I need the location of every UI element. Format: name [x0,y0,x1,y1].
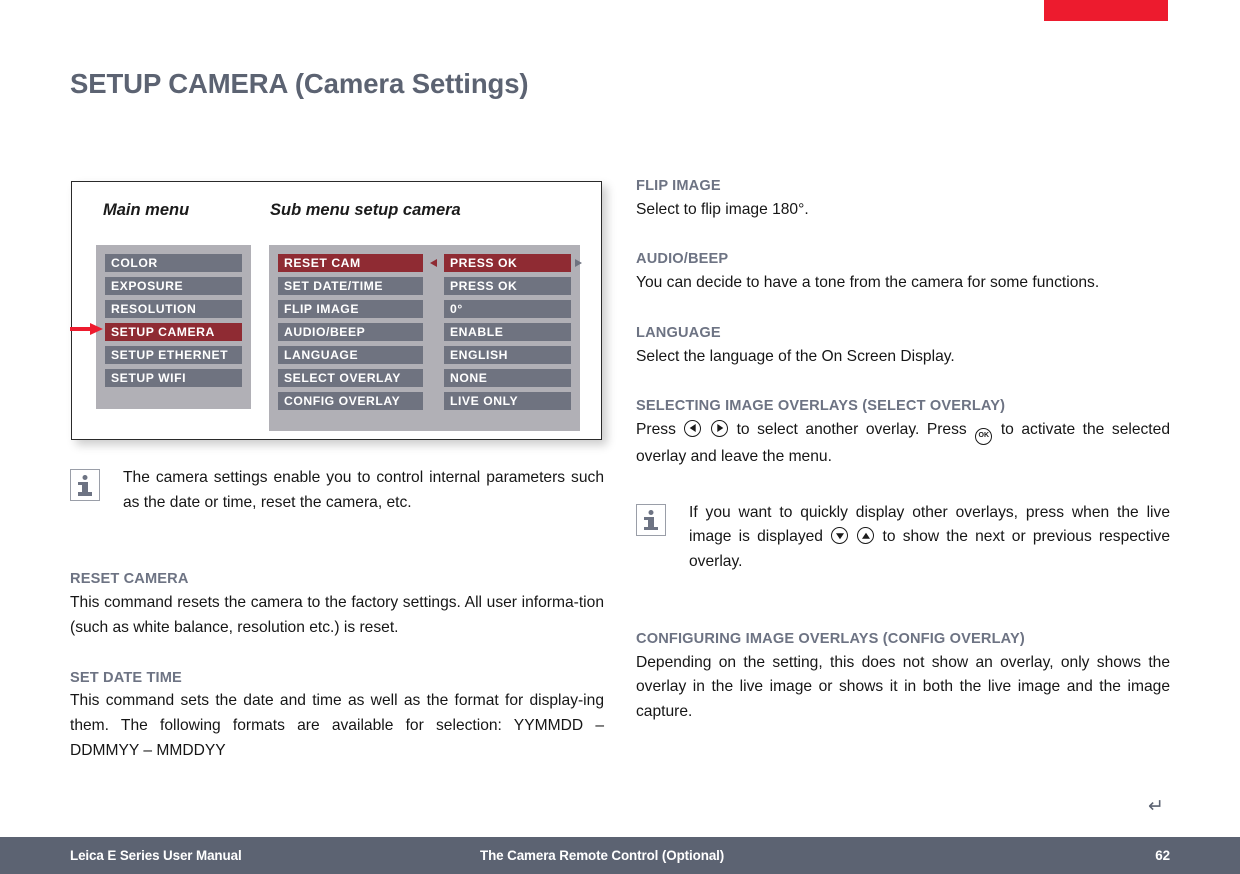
section-heading: FLIP IMAGE [636,178,721,194]
sub-menu-value-audio-beep[interactable]: ENABLE [444,323,571,341]
page-title: SETUP CAMERA (Camera Settings) [70,68,529,99]
section-heading: SET DATE TIME [70,669,182,686]
section-body: Depending on the setting, this does not … [636,653,1170,720]
sub-menu-value-select-overlay[interactable]: NONE [444,369,571,387]
section-heading: SELECTING IMAGE OVERLAYS (SELECT OVERLAY… [636,398,1006,415]
arrow-up-button-icon[interactable] [857,527,875,545]
section-heading: RESET CAMERA [70,571,189,588]
sub-menu-row: CONFIG OVERLAY LIVE ONLY [278,392,571,410]
sub-menu-value-language[interactable]: ENGLISH [444,346,571,364]
section-heading: CONFIGURING IMAGE OVERLAYS (CONFIG OVERL… [636,630,1025,647]
main-menu-row: RESOLUTION [105,300,242,318]
sub-menu-item-select-overlay[interactable]: SELECT OVERLAY [278,369,423,387]
pointer-head [90,323,103,335]
sub-menu-row: AUDIO/BEEP ENABLE [278,323,571,341]
top-red-marker-bar [1044,0,1168,21]
section-body: Select to flip image 180°. [636,200,809,218]
note-text: If you want to quickly display other ove… [689,501,1170,575]
section-body: This command sets the date and time as w… [70,692,604,759]
section-selecting-image-overlays: SELECTING IMAGE OVERLAYS (SELECT OVERLAY… [636,396,1170,469]
footer-manual-title: Leica E Series User Manual [70,848,242,863]
arrow-right-icon [575,259,582,267]
section-flip-image: FLIP IMAGE Select to flip image 180°. [636,176,1170,222]
arrow-down-button-icon[interactable] [831,527,849,545]
main-menu-caption: Main menu [103,201,190,219]
page-footer: Leica E Series User Manual The Camera Re… [0,837,1240,874]
sub-menu-row: SELECT OVERLAY NONE [278,369,571,387]
sub-menu-panel: RESET CAM PRESS OK SET DATE/TIME PRESS O… [269,245,582,431]
body-text-fragment: Press [636,420,676,438]
sub-menu-caption: Sub menu setup camera [270,201,461,219]
section-heading: LANGUAGE [636,324,721,341]
arrow-left-icon [430,259,437,267]
sub-menu-row: FLIP IMAGE 0° [278,300,571,318]
sub-menu-item-language[interactable]: LANGUAGE [278,346,423,364]
right-text-column: FLIP IMAGE Select to flip image 180°. AU… [636,176,1170,725]
main-menu-item-setup-wifi[interactable]: SETUP WIFI [105,369,242,387]
main-menu-row: COLOR [105,254,242,272]
sub-menu-value-flip-image[interactable]: 0° [444,300,571,318]
info-icon [636,503,666,536]
overlay-quick-display-note: If you want to quickly display other ove… [636,501,1170,575]
main-menu-row: SETUP CAMERA [105,323,242,341]
sub-menu-row: SET DATE/TIME PRESS OK [278,277,571,295]
sub-menu-row: LANGUAGE ENGLISH [278,346,571,364]
pointer-shaft [70,327,92,331]
camera-settings-note: The camera settings enable you to contro… [70,466,604,515]
left-text-column: The camera settings enable you to contro… [70,466,604,763]
sub-menu-value-reset-cam[interactable]: PRESS OK [444,254,571,272]
footer-page-number: 62 [1155,848,1170,863]
red-pointer-arrow-icon [70,323,106,335]
main-menu-item-setup-ethernet[interactable]: SETUP ETHERNET [105,346,242,364]
main-menu-item-resolution[interactable]: RESOLUTION [105,300,242,318]
sub-menu-item-config-overlay[interactable]: CONFIG OVERLAY [278,392,423,410]
section-body: Select the language of the On Screen Dis… [636,347,955,365]
main-menu-item-color[interactable]: COLOR [105,254,242,272]
sub-menu-item-set-date-time[interactable]: SET DATE/TIME [278,277,423,295]
menu-diagram-figure: Main menu Sub menu setup camera COLOR EX… [71,181,602,440]
main-menu-item-exposure[interactable]: EXPOSURE [105,277,242,295]
sub-menu-item-audio-beep[interactable]: AUDIO/BEEP [278,323,423,341]
section-heading: AUDIO/BEEP [636,251,729,268]
section-body: You can decide to have a tone from the c… [636,274,1100,292]
section-language: LANGUAGE Select the language of the On S… [636,323,1170,369]
main-menu-row: EXPOSURE [105,277,242,295]
main-menu-panel: COLOR EXPOSURE RESOLUTION SETUP CAMERA S… [96,245,251,409]
footer-chapter-title: The Camera Remote Control (Optional) [480,848,725,863]
main-menu-item-setup-camera[interactable]: SETUP CAMERA [105,323,242,341]
section-set-date-time: SET DATE TIME This command sets the date… [70,668,604,764]
sub-menu-row: RESET CAM PRESS OK [278,254,582,272]
body-text-fragment: to select another overlay. Press [736,420,967,438]
arrow-right-button-icon[interactable] [711,419,728,437]
return-arrow-icon: ↵ [1148,796,1164,817]
main-menu-row: SETUP ETHERNET [105,346,242,364]
section-audio-beep: AUDIO/BEEP You can decide to have a tone… [636,249,1170,295]
sub-menu-value-config-overlay[interactable]: LIVE ONLY [444,392,571,410]
section-body: This command resets the camera to the fa… [70,594,604,636]
sub-menu-item-reset-cam[interactable]: RESET CAM [278,254,423,272]
arrow-left-button-icon[interactable] [684,419,702,437]
main-menu-row: SETUP WIFI [105,369,242,387]
info-icon [70,469,100,501]
ok-button-icon[interactable]: OK [975,427,993,445]
section-configuring-image-overlays: CONFIGURING IMAGE OVERLAYS (CONFIG OVERL… [636,629,1170,725]
section-body: Press to select another overlay. Press O… [636,418,1170,470]
sub-menu-item-flip-image[interactable]: FLIP IMAGE [278,300,423,318]
note-text: The camera settings enable you to contro… [123,469,604,511]
section-reset-camera: RESET CAMERA This command resets the cam… [70,569,604,640]
sub-menu-value-set-date-time[interactable]: PRESS OK [444,277,571,295]
